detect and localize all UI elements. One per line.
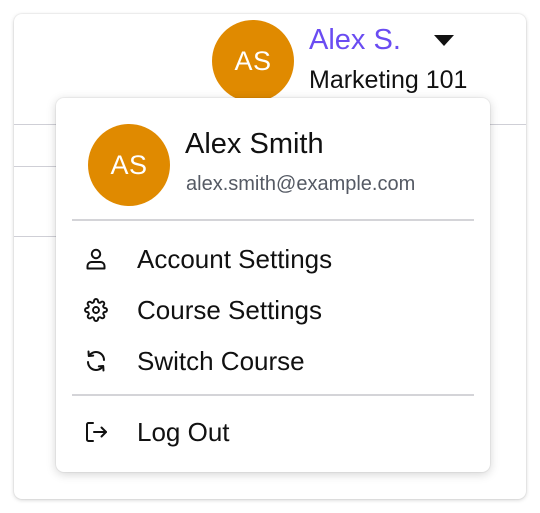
logout-icon — [84, 418, 116, 446]
menu-item-switch-course[interactable]: Switch Course — [84, 341, 464, 381]
current-course: Marketing 101 — [309, 66, 468, 94]
email-address: alex.smith@example.com — [186, 173, 416, 195]
menu-item-course-settings[interactable]: Course Settings — [84, 290, 464, 330]
caret-down-icon[interactable] — [434, 35, 454, 46]
gear-icon — [84, 296, 116, 324]
menu-avatar-wrap: AS — [88, 124, 170, 206]
user-dropdown-menu: AS Alex Smith alex.smith@example.com Acc… — [56, 98, 490, 472]
avatar[interactable]: AS — [212, 20, 294, 102]
avatar: AS — [88, 124, 170, 206]
menu-item-account-settings[interactable]: Account Settings — [84, 239, 464, 279]
switch-icon — [84, 347, 116, 375]
menu-item-label: Course Settings — [137, 294, 322, 325]
full-name: Alex Smith — [185, 128, 324, 160]
menu-divider — [72, 219, 474, 221]
menu-item-label: Account Settings — [137, 243, 333, 274]
user-menu-trigger[interactable]: AS — [212, 20, 294, 102]
menu-item-label: Log Out — [137, 416, 230, 447]
user-icon — [84, 245, 116, 273]
menu-divider — [72, 394, 474, 396]
user-name[interactable]: Alex S. — [309, 24, 401, 57]
menu-item-log-out[interactable]: Log Out — [84, 412, 464, 452]
menu-item-label: Switch Course — [137, 345, 305, 376]
